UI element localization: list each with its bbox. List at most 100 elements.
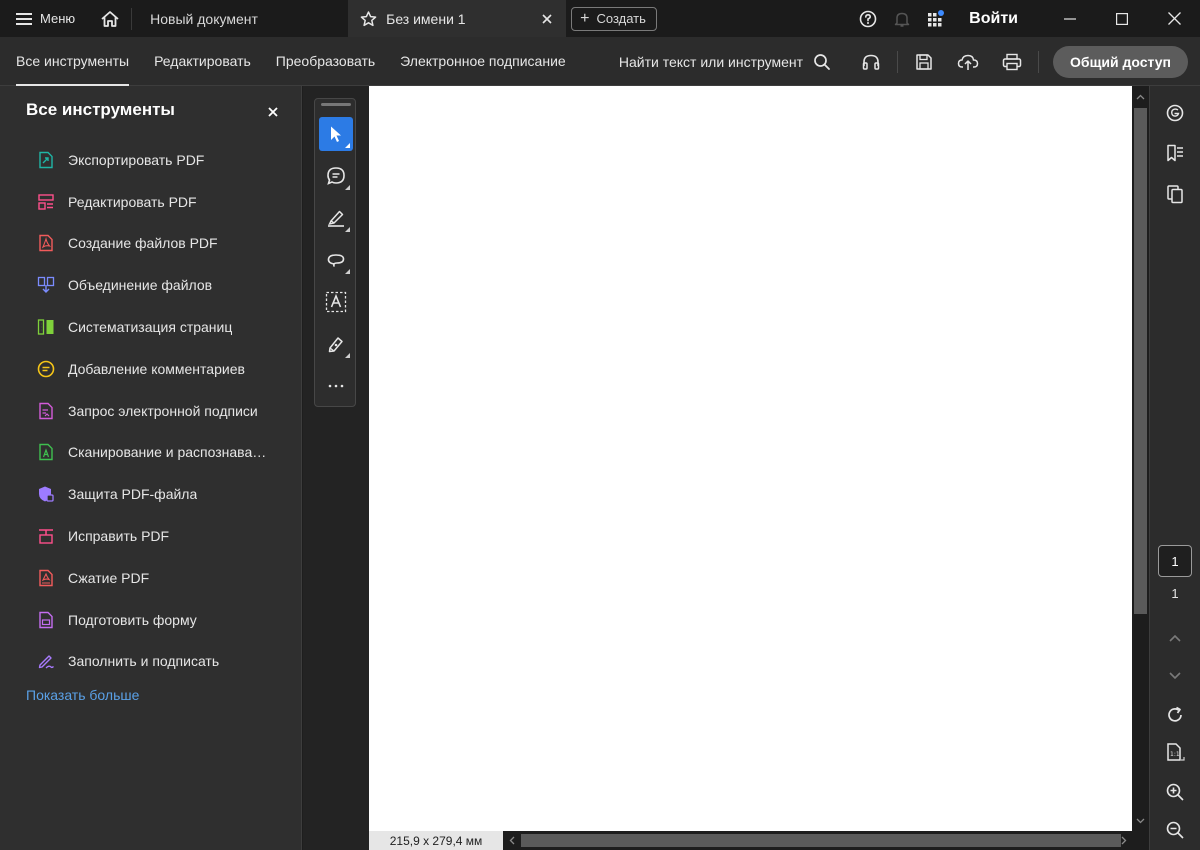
fit-page-button[interactable]: 1:1: [1158, 736, 1192, 770]
tab-all-tools[interactable]: Все инструменты: [16, 37, 130, 86]
comment-tool[interactable]: [319, 159, 353, 193]
tool-combine-files[interactable]: Объединение файлов: [0, 264, 302, 306]
tool-label: Запрос электронной подписи: [68, 402, 258, 419]
scroll-up-arrow-icon[interactable]: [1132, 90, 1149, 104]
tab-edit[interactable]: Редактировать: [154, 37, 251, 86]
tool-create-pdf[interactable]: Создание файлов PDF: [0, 223, 302, 265]
scrollbar-thumb[interactable]: [521, 834, 1121, 847]
close-panel-button[interactable]: [266, 105, 280, 119]
drag-handle[interactable]: [321, 103, 351, 106]
fit-page-icon: 1:1: [1167, 743, 1185, 761]
divider: [1038, 50, 1040, 73]
sign-tool[interactable]: [319, 327, 353, 361]
text-select-tool[interactable]: [319, 285, 353, 319]
show-more-link[interactable]: Показать больше: [26, 687, 139, 703]
highlighter-icon: [328, 210, 344, 227]
tools-list: Экспортировать PDF Редактировать PDF Соз…: [0, 139, 302, 682]
previous-page-button[interactable]: [1158, 621, 1192, 655]
tool-add-comments[interactable]: Добавление комментариев: [0, 348, 302, 390]
tab-e-sign[interactable]: Электронное подписание: [400, 37, 566, 86]
maximize-button[interactable]: [1096, 0, 1148, 37]
tool-scan-ocr[interactable]: Сканирование и распознавание текста: [0, 432, 302, 474]
star-icon[interactable]: [360, 10, 377, 27]
scroll-down-arrow-icon[interactable]: [1132, 814, 1149, 828]
tool-compress-pdf[interactable]: Сжатие PDF: [0, 557, 302, 599]
close-icon[interactable]: [540, 12, 554, 26]
apps-button[interactable]: [919, 0, 953, 37]
print-button[interactable]: [990, 37, 1034, 86]
home-button[interactable]: [95, 0, 125, 37]
comment-bubble-icon: [327, 167, 345, 185]
create-button[interactable]: + Создать: [571, 6, 657, 31]
create-label: Создать: [596, 11, 646, 26]
tool-label: Систематизация страниц: [68, 319, 233, 336]
maximize-icon: [1116, 12, 1128, 25]
fill-sign-icon: [36, 651, 56, 671]
print-icon: [1002, 53, 1022, 70]
select-tool[interactable]: [319, 117, 353, 151]
tool-organize-pages[interactable]: Систематизация страниц: [0, 306, 302, 348]
tab-label: Без имени 1: [386, 10, 466, 27]
tool-export-pdf[interactable]: Экспортировать PDF: [0, 139, 302, 181]
zoom-in-icon: [1166, 783, 1184, 801]
tool-label: Объединение файлов: [68, 277, 213, 294]
rotate-icon: [1168, 706, 1182, 722]
plus-icon: +: [580, 9, 590, 27]
tool-edit-pdf[interactable]: Редактировать PDF: [0, 181, 302, 223]
svg-text:1:1: 1:1: [1170, 751, 1180, 758]
tab-label: Новый документ: [150, 10, 258, 27]
protect-pdf-icon: [36, 484, 56, 504]
tab-untitled-1[interactable]: Без имени 1: [348, 0, 567, 37]
text-select-icon: [325, 291, 347, 313]
highlight-tool[interactable]: [319, 201, 353, 235]
more-icon: [328, 384, 344, 388]
divider: [897, 50, 899, 73]
vertical-scrollbar[interactable]: [1132, 86, 1149, 831]
ai-assistant-icon: [1166, 104, 1184, 122]
tool-prepare-form[interactable]: Подготовить форму: [0, 599, 302, 641]
ai-assistant-button[interactable]: [1158, 96, 1192, 130]
find-tool-search[interactable]: Найти текст или инструмент: [619, 53, 831, 71]
help-button[interactable]: [851, 0, 885, 37]
create-pdf-icon: [36, 233, 56, 253]
menu-button[interactable]: Меню: [0, 0, 85, 37]
tool-request-signature[interactable]: Запрос электронной подписи: [0, 390, 302, 432]
tool-label: Сканирование и распознавание текста: [68, 444, 268, 461]
bookmarks-button[interactable]: [1158, 136, 1192, 170]
zoom-out-button[interactable]: [1158, 813, 1192, 847]
document-page[interactable]: [369, 86, 1132, 831]
login-button[interactable]: Войти: [969, 10, 1018, 28]
minimize-button[interactable]: [1044, 0, 1096, 37]
more-tools-button[interactable]: [319, 369, 353, 403]
tab-new-document[interactable]: Новый документ: [138, 0, 348, 37]
zoom-out-icon: [1166, 821, 1184, 839]
share-button[interactable]: Общий доступ: [1053, 45, 1188, 78]
draw-tool[interactable]: [319, 243, 353, 277]
status-bar: 215,9 x 279,4 мм: [369, 831, 1149, 850]
menu-label: Меню: [40, 11, 76, 26]
tab-convert[interactable]: Преобразовать: [276, 37, 375, 86]
rotate-button[interactable]: [1158, 698, 1192, 732]
notifications-button[interactable]: [885, 0, 919, 37]
tool-fill-sign[interactable]: Заполнить и подписать: [0, 641, 302, 683]
tool-protect-pdf[interactable]: Защита PDF-файла: [0, 473, 302, 515]
window-close-button[interactable]: [1148, 0, 1200, 37]
upload-button[interactable]: [946, 37, 990, 86]
next-page-button[interactable]: [1158, 658, 1192, 692]
tool-redact-pdf[interactable]: Исправить PDF: [0, 515, 302, 557]
scrollbar-thumb[interactable]: [1134, 108, 1147, 614]
zoom-in-button[interactable]: [1158, 775, 1192, 809]
support-button[interactable]: [849, 37, 893, 86]
scroll-left-arrow-icon[interactable]: [505, 831, 519, 850]
home-icon: [101, 10, 119, 27]
horizontal-scrollbar[interactable]: [503, 831, 1149, 850]
window-close-icon: [1167, 12, 1181, 25]
current-page-input[interactable]: 1: [1158, 545, 1192, 577]
save-button[interactable]: [902, 37, 946, 86]
scroll-right-arrow-icon[interactable]: [1117, 831, 1131, 850]
chevron-up-icon: [1169, 634, 1181, 642]
sign-pen-icon: [328, 337, 343, 353]
tool-label: Сжатие PDF: [68, 569, 150, 586]
page-thumbnails-button[interactable]: [1158, 177, 1192, 211]
chevron-down-icon: [1169, 671, 1181, 679]
